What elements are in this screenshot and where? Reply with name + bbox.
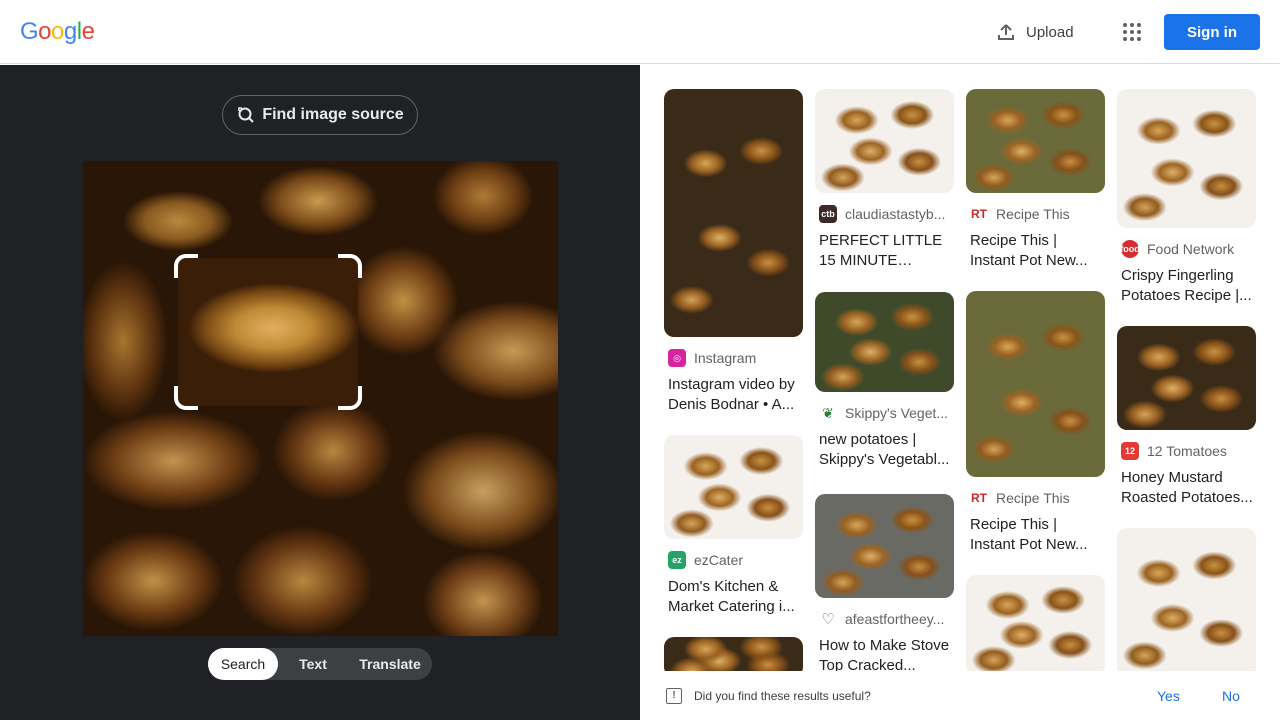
feedback-no-button[interactable]: No (1222, 688, 1240, 704)
query-image-panel: Find image source Search Text Translate (0, 65, 640, 720)
result-title[interactable]: PERFECT LITTLE 15 MINUTE ROASTE... (815, 231, 954, 271)
crop-handle-top-left[interactable] (174, 254, 198, 278)
result-title[interactable]: Crispy Fingerling Potatoes Recipe |... (1117, 266, 1256, 306)
find-source-label: Find image source (262, 106, 404, 123)
result-source[interactable]: food Food Network (1117, 240, 1256, 258)
tomatoes-icon: 12 (1121, 442, 1139, 460)
recipe-this-icon: RT (971, 491, 987, 505)
result-thumbnail[interactable] (815, 89, 954, 193)
recipe-this-icon: RT (971, 207, 987, 221)
result-thumbnail[interactable] (966, 575, 1105, 675)
logo-letter: g (63, 18, 77, 45)
tab-translate[interactable]: Translate (348, 648, 432, 680)
result-card[interactable]: RT Recipe This Recipe This | Instant Pot… (966, 89, 1105, 271)
header: Google Upload Sign in (0, 0, 1280, 64)
sign-in-button[interactable]: Sign in (1164, 14, 1260, 50)
feedback-yes-button[interactable]: Yes (1157, 688, 1180, 704)
food-network-icon: food (1120, 240, 1140, 258)
result-title[interactable]: Recipe This | Instant Pot New... (966, 515, 1105, 555)
visual-matches: ◎ Instagram Instagram video by Denis Bod… (640, 65, 1280, 720)
result-title[interactable]: How to Make Stove Top Cracked... (815, 636, 954, 676)
ezcater-icon: ez (668, 551, 686, 569)
crop-handle-top-right[interactable] (338, 254, 362, 278)
heart-icon: ♡ (821, 611, 835, 628)
google-logo[interactable]: Google (20, 18, 95, 46)
result-card[interactable]: ♡ afeastfortheey... How to Make Stove To… (815, 494, 954, 676)
result-card[interactable] (966, 575, 1105, 675)
logo-letter: e (81, 18, 95, 45)
apps-grid-icon[interactable] (1116, 16, 1148, 48)
result-thumbnail[interactable] (815, 292, 954, 392)
result-card[interactable]: ❦ Skippy's Veget... new potatoes | Skipp… (815, 292, 954, 470)
upload-button[interactable]: Upload (984, 14, 1086, 50)
claudias-icon: ctb (819, 205, 837, 223)
result-source[interactable]: RT Recipe This (966, 205, 1105, 223)
result-card[interactable] (1117, 528, 1256, 678)
logo-letter: G (20, 18, 39, 45)
result-thumbnail[interactable] (664, 435, 803, 539)
crop-selection[interactable] (178, 258, 358, 406)
tab-text[interactable]: Text (278, 648, 348, 680)
upload-label: Upload (1026, 23, 1074, 41)
result-source[interactable]: ❦ Skippy's Veget... (815, 404, 954, 422)
result-thumbnail[interactable] (1117, 89, 1256, 228)
feedback-icon: ! (666, 687, 682, 704)
result-card[interactable]: ◎ Instagram Instagram video by Denis Bod… (664, 89, 803, 415)
result-card[interactable]: ez ezCater Dom's Kitchen & Market Cateri… (664, 435, 803, 617)
result-source[interactable]: 12 12 Tomatoes (1117, 442, 1256, 460)
result-thumbnail[interactable] (1117, 326, 1256, 430)
result-card[interactable]: RT Recipe This Recipe This | Instant Pot… (966, 291, 1105, 555)
crop-handle-bottom-left[interactable] (174, 386, 198, 410)
result-title[interactable]: Instagram video by Denis Bodnar • A... (664, 375, 803, 415)
result-source[interactable]: RT Recipe This (966, 489, 1105, 507)
result-thumbnail[interactable] (966, 291, 1105, 477)
result-title[interactable]: Recipe This | Instant Pot New... (966, 231, 1105, 271)
result-title[interactable]: Honey Mustard Roasted Potatoes... (1117, 468, 1256, 508)
result-title[interactable]: Dom's Kitchen & Market Catering i... (664, 577, 803, 617)
logo-letter: o (38, 18, 52, 45)
result-source[interactable]: ctb claudiastastyb... (815, 205, 954, 223)
result-title[interactable]: new potatoes | Skippy's Vegetabl... (815, 430, 954, 470)
result-source[interactable]: ez ezCater (664, 551, 803, 569)
query-image[interactable] (83, 161, 558, 636)
upload-icon (998, 24, 1014, 40)
result-card[interactable]: 12 12 Tomatoes Honey Mustard Roasted Pot… (1117, 326, 1256, 508)
mode-tabs: Search Text Translate (208, 648, 432, 680)
result-source[interactable]: ◎ Instagram (664, 349, 803, 367)
result-thumbnail[interactable] (966, 89, 1105, 193)
logo-letter: o (51, 18, 64, 45)
instagram-icon: ◎ (668, 349, 686, 367)
result-thumbnail[interactable] (1117, 528, 1256, 678)
tab-search[interactable]: Search (208, 648, 278, 680)
lens-search-icon (238, 107, 255, 123)
result-card[interactable]: ctb claudiastastyb... PERFECT LITTLE 15 … (815, 89, 954, 271)
result-thumbnail[interactable] (815, 494, 954, 598)
result-card[interactable]: food Food Network Crispy Fingerling Pota… (1117, 89, 1256, 306)
leaf-icon: ❦ (822, 404, 834, 421)
find-image-source-button[interactable]: Find image source (222, 95, 418, 135)
crop-handle-bottom-right[interactable] (338, 386, 362, 410)
result-source[interactable]: ♡ afeastfortheey... (815, 610, 954, 628)
feedback-bar: ! Did you find these results useful? Yes… (640, 671, 1280, 720)
feedback-question: Did you find these results useful? (694, 688, 871, 703)
result-thumbnail[interactable] (664, 89, 803, 337)
